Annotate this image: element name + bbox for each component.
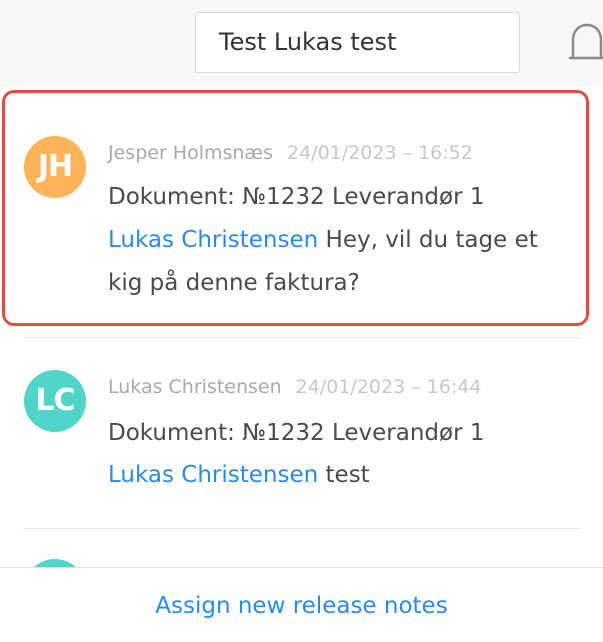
notification-meta: Jesper Holmsnæs 24/01/2023 – 16:52 bbox=[108, 142, 473, 164]
bell-icon[interactable] bbox=[567, 22, 603, 66]
message-text: Hey, vil du tage et bbox=[325, 227, 538, 253]
avatar: JH bbox=[24, 136, 86, 198]
search-input[interactable]: Test Lukas test bbox=[195, 12, 520, 73]
notification-meta: Lukas Christensen 24/01/2023 – 16:44 bbox=[108, 376, 482, 398]
mention-link[interactable]: Lukas Christensen bbox=[108, 462, 318, 488]
header: Test Lukas test bbox=[0, 0, 603, 86]
message-line: Lukas Christensen test bbox=[108, 462, 370, 488]
footer: Assign new release notes bbox=[0, 567, 603, 642]
timestamp: 24/01/2023 – 16:52 bbox=[287, 142, 473, 164]
message-text: test bbox=[325, 462, 370, 488]
document-reference: Dokument: №1232 Leverandør 1 bbox=[108, 184, 485, 210]
notifications-list: JH Jesper Holmsnæs 24/01/2023 – 16:52 Dok… bbox=[0, 86, 603, 567]
notification-item[interactable]: LC Lukas Christensen 24/01/2023 – 16:44 D… bbox=[0, 338, 603, 528]
document-reference: Dokument: №1232 Leverandør 1 bbox=[108, 420, 485, 446]
message-text-continued: kig på denne faktura? bbox=[108, 270, 360, 296]
avatar: LC bbox=[24, 370, 86, 432]
notification-item[interactable] bbox=[0, 529, 603, 567]
avatar bbox=[24, 559, 86, 567]
message-line: Lukas Christensen Hey, vil du tage et bbox=[108, 227, 538, 253]
timestamp: 24/01/2023 – 16:44 bbox=[295, 376, 482, 398]
notification-item[interactable]: JH Jesper Holmsnæs 24/01/2023 – 16:52 Dok… bbox=[0, 86, 603, 332]
author-name: Lukas Christensen bbox=[108, 376, 282, 398]
assign-release-notes-link[interactable]: Assign new release notes bbox=[0, 593, 603, 619]
mention-link[interactable]: Lukas Christensen bbox=[108, 227, 318, 253]
author-name: Jesper Holmsnæs bbox=[108, 142, 273, 164]
